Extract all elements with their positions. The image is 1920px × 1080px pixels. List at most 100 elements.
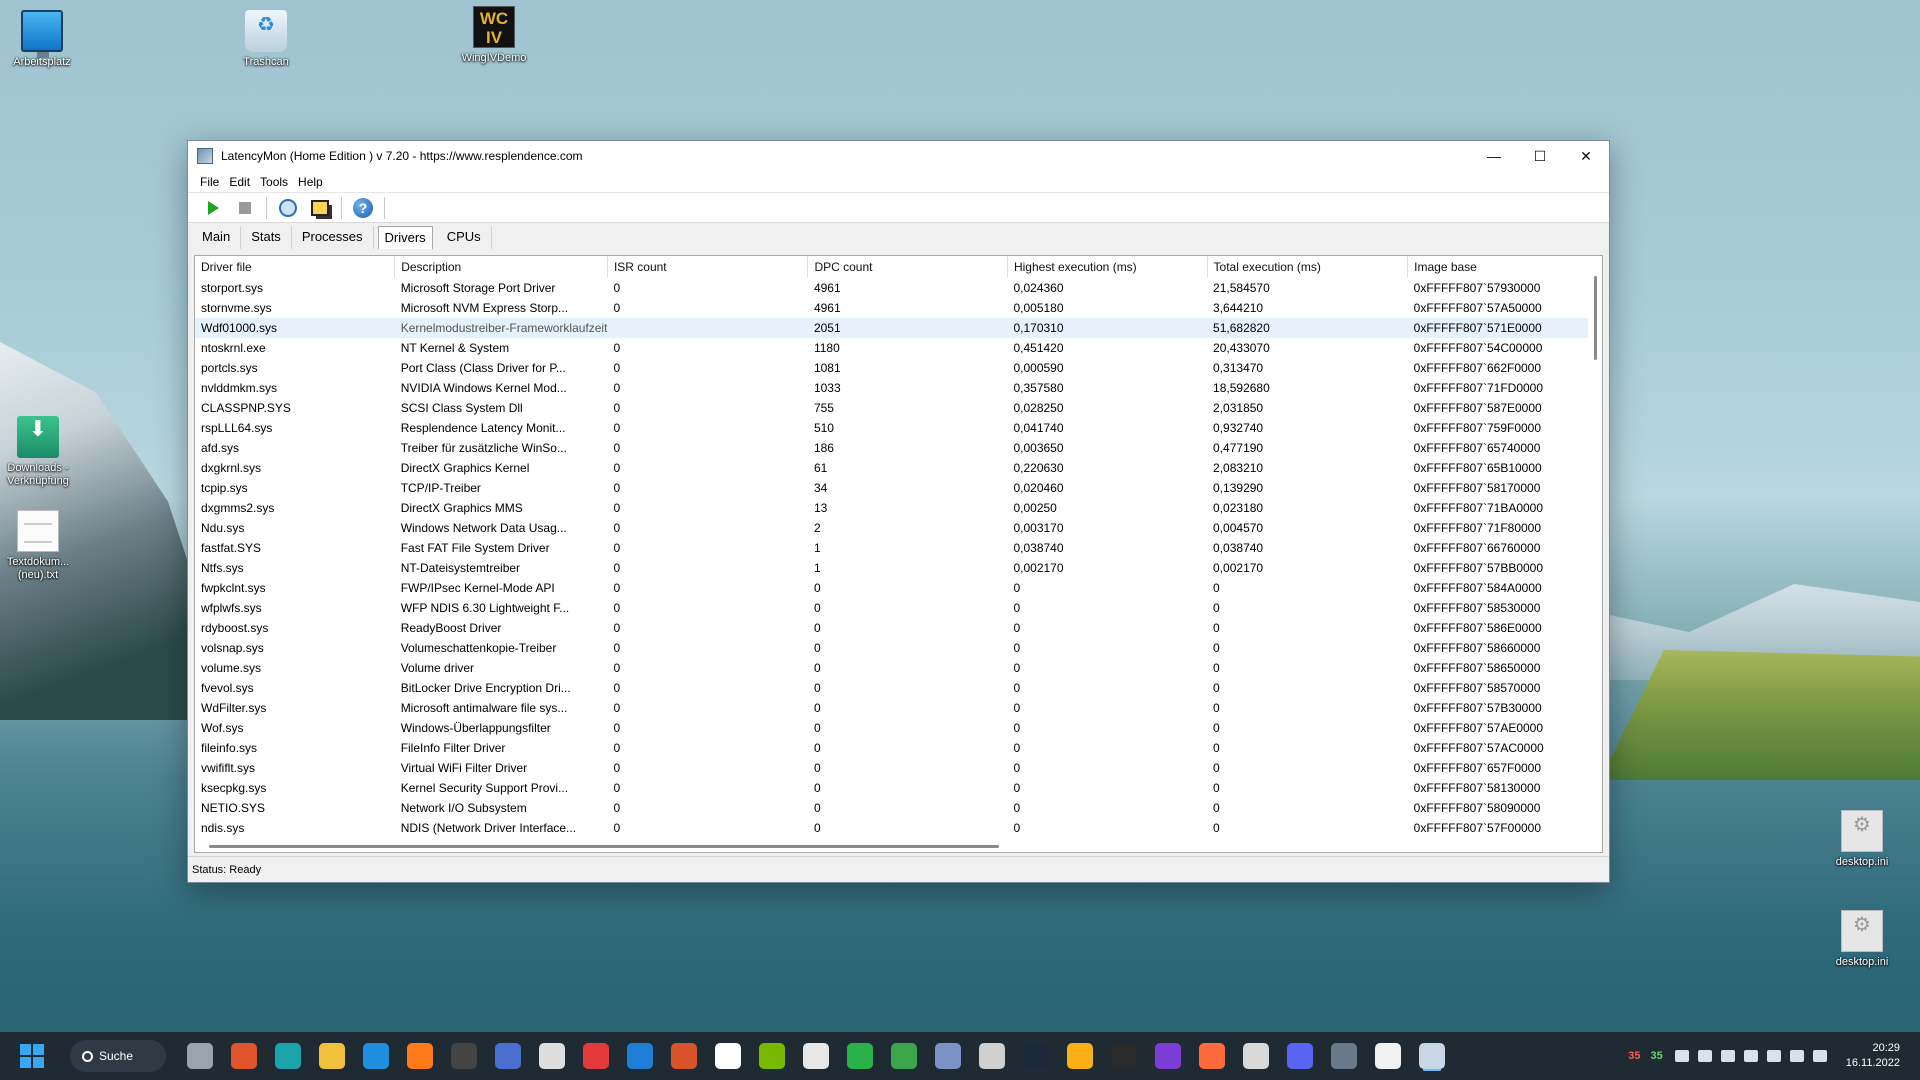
desktop-icon-textdoc[interactable]: Textdokum... (neu).txt [0, 510, 80, 582]
column-header-dpc-count[interactable]: DPC count [807, 256, 1008, 278]
taskbar-task-view-icon[interactable] [187, 1043, 213, 1069]
taskbar-app-bars-icon[interactable] [891, 1043, 917, 1069]
table-row[interactable]: dxgkrnl.sys DirectX Graphics Kernel 0 61 0,2… [195, 458, 1602, 478]
desktop-icon-arbeitsplatz[interactable]: Arbeitsplatz [0, 10, 84, 69]
taskbar-epic-icon[interactable] [1111, 1043, 1137, 1069]
table-row[interactable]: Ndu.sys Windows Network Data Usag... 0 2 0,0… [195, 518, 1602, 538]
tab-processes[interactable]: Processes [292, 226, 374, 249]
menu-help[interactable]: Help [298, 175, 323, 189]
table-row[interactable]: WdFilter.sys Microsoft antimalware file s… [195, 698, 1602, 718]
taskbar-edge-icon[interactable] [363, 1043, 389, 1069]
taskbar-search[interactable]: Suche [70, 1040, 166, 1072]
menu-file[interactable]: File [200, 175, 219, 189]
taskbar-rockstar-icon[interactable] [1067, 1043, 1093, 1069]
taskbar-save-app-icon[interactable] [495, 1043, 521, 1069]
horizontal-scrollbar[interactable] [195, 842, 1602, 852]
table-row[interactable]: storport.sys Microsoft Storage Port Drive… [195, 278, 1602, 298]
tray-monitor-icon[interactable] [1789, 1050, 1804, 1062]
taskbar-app-ring-icon[interactable] [1155, 1043, 1181, 1069]
table-row[interactable]: portcls.sys Port Class (Class Driver for … [195, 358, 1602, 378]
taskbar-app-red-icon[interactable] [231, 1043, 257, 1069]
menu-edit[interactable]: Edit [229, 175, 250, 189]
maximize-button[interactable]: ☐ [1517, 141, 1563, 171]
column-header-highest-execution[interactable]: Highest execution (ms) [1007, 256, 1208, 278]
taskbar-firefox-icon[interactable] [407, 1043, 433, 1069]
taskbar-app-green-icon[interactable] [847, 1043, 873, 1069]
taskbar-clapper-icon[interactable] [539, 1043, 565, 1069]
taskbar-app-red-square-icon[interactable] [583, 1043, 609, 1069]
windows-button[interactable] [309, 197, 331, 219]
tray-onedrive-icon[interactable] [1743, 1050, 1758, 1062]
tray-gamepad-icon[interactable] [1720, 1050, 1735, 1062]
desktop-icon-desktop-ini-2[interactable]: desktop.ini [1820, 910, 1904, 969]
table-row[interactable]: NETIO.SYS Network I/O Subsystem 0 0 0 0 0xFFFF… [195, 798, 1602, 818]
taskbar-app-teal-icon[interactable] [275, 1043, 301, 1069]
help-button[interactable]: ? [352, 197, 374, 219]
taskbar-obs-icon[interactable] [451, 1043, 477, 1069]
tab-cpus[interactable]: CPUs [437, 226, 492, 249]
table-row[interactable]: volume.sys Volume driver 0 0 0 0 0xFFFFF807`58… [195, 658, 1602, 678]
table-row[interactable]: ntoskrnl.exe NT Kernel & System 0 1180 0,451… [195, 338, 1602, 358]
taskbar-app-badge-icon[interactable] [803, 1043, 829, 1069]
taskbar-app-orange-icon[interactable] [671, 1043, 697, 1069]
taskbar-clock[interactable]: 20:29 16.11.2022 [1846, 1041, 1900, 1071]
table-row[interactable]: ksecpkg.sys Kernel Security Support Provi… [195, 778, 1602, 798]
table-row[interactable]: dxgmms2.sys DirectX Graphics MMS 0 13 0,0025… [195, 498, 1602, 518]
table-row[interactable]: afd.sys Treiber für zusätzliche WinSo... 0… [195, 438, 1602, 458]
desktop-icon-wingivdemo[interactable]: WC IV WingIVDemo [452, 6, 536, 65]
table-row[interactable]: fastfat.SYS Fast FAT File System Driver 0 1… [195, 538, 1602, 558]
column-header-description[interactable]: Description [394, 256, 608, 278]
menu-tools[interactable]: Tools [260, 175, 288, 189]
desktop-icon-downloads[interactable]: Downloads - Verknüpfung [0, 416, 80, 488]
taskbar-app-spiral-icon[interactable] [1243, 1043, 1269, 1069]
table-row[interactable]: vwififlt.sys Virtual WiFi Filter Driver 0 0… [195, 758, 1602, 778]
taskbar-nvidia-icon[interactable] [759, 1043, 785, 1069]
tray-gpu-temp[interactable]: 35 [1628, 1050, 1640, 1062]
tray-network-icon[interactable] [1674, 1050, 1689, 1062]
table-row[interactable]: fvevol.sys BitLocker Drive Encryption Dri… [195, 678, 1602, 698]
table-row[interactable]: tcpip.sys TCP/IP-Treiber 0 34 0,020460 0,1392… [195, 478, 1602, 498]
table-row[interactable]: Wof.sys Windows-Überlappungsfilter 0 0 0 0 0xF… [195, 718, 1602, 738]
table-row[interactable]: CLASSPNP.SYS SCSI Class System Dll 0 755 0,0… [195, 398, 1602, 418]
column-header-total-execution[interactable]: Total execution (ms) [1207, 256, 1409, 278]
taskbar-steam-icon[interactable] [1023, 1043, 1049, 1069]
desktop-icon-trashcan[interactable]: Trashcan [224, 10, 308, 69]
taskbar-discord-icon[interactable] [1287, 1043, 1313, 1069]
tray-app-icon[interactable] [1697, 1050, 1712, 1062]
tab-stats[interactable]: Stats [241, 226, 292, 249]
tab-drivers[interactable]: Drivers [377, 226, 433, 249]
title-bar[interactable]: LatencyMon (Home Edition ) v 7.20 - http… [188, 141, 1609, 171]
taskbar-latencymon-icon[interactable] [1419, 1043, 1445, 1069]
column-header-driver-file[interactable]: Driver file [195, 256, 396, 278]
tray-security-icon[interactable] [1766, 1050, 1781, 1062]
taskbar-app-orange-ring-icon[interactable] [1199, 1043, 1225, 1069]
table-row[interactable]: volsnap.sys Volumeschattenkopie-Treiber 0 0… [195, 638, 1602, 658]
table-row[interactable]: nvlddmkm.sys NVIDIA Windows Kernel Mod...… [195, 378, 1602, 398]
table-row[interactable]: ndis.sys NDIS (Network Driver Interface..… [195, 818, 1602, 838]
find-driver-button[interactable] [277, 197, 299, 219]
drivers-list[interactable]: Driver file Description ISR count DPC co… [194, 255, 1603, 853]
table-row[interactable]: rspLLL64.sys Resplendence Latency Monit..… [195, 418, 1602, 438]
column-header-image-base[interactable]: Image base [1407, 256, 1602, 278]
scrollbar-thumb[interactable] [209, 845, 999, 848]
table-row[interactable]: wfplwfs.sys WFP NDIS 6.30 Lightweight F..… [195, 598, 1602, 618]
taskbar-file-explorer-icon[interactable] [319, 1043, 345, 1069]
taskbar-app-blue-icon[interactable] [935, 1043, 961, 1069]
table-row[interactable]: rdyboost.sys ReadyBoost Driver 0 0 0 0 0xFFFFF… [195, 618, 1602, 638]
taskbar-search-app-icon[interactable] [627, 1043, 653, 1069]
close-button[interactable]: ✕ [1563, 141, 1609, 171]
table-row[interactable]: fwpkclnt.sys FWP/IPsec Kernel-Mode API 0 0 0… [195, 578, 1602, 598]
table-row[interactable]: stornvme.sys Microsoft NVM Express Storp.… [195, 298, 1602, 318]
taskbar-app-car-icon[interactable] [1331, 1043, 1357, 1069]
table-row[interactable]: Ntfs.sys NT-Dateisystemtreiber 0 1 0,002170 0… [195, 558, 1602, 578]
tab-main[interactable]: Main [192, 226, 242, 249]
taskbar-app-fox-icon[interactable] [715, 1043, 741, 1069]
column-header-isr-count[interactable]: ISR count [607, 256, 809, 278]
vertical-scrollbar[interactable] [1588, 256, 1602, 852]
tray-cpu-temp[interactable]: 35 [1651, 1050, 1663, 1062]
stop-monitor-button[interactable] [234, 197, 256, 219]
minimize-button[interactable]: — [1471, 141, 1517, 171]
windows-start-icon[interactable] [20, 1044, 44, 1068]
start-monitor-button[interactable] [202, 197, 224, 219]
desktop-icon-desktop-ini-1[interactable]: desktop.ini [1820, 810, 1904, 869]
